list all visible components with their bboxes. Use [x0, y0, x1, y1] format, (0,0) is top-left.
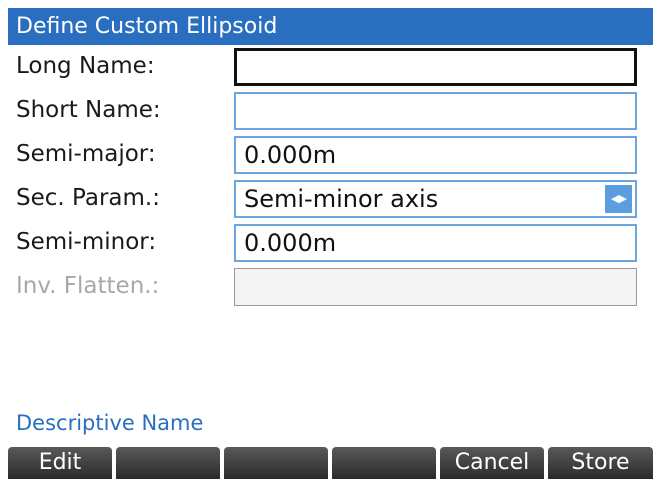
- inv-flatten-field: [234, 268, 637, 306]
- row-inv-flatten: Inv. Flatten.:: [8, 265, 653, 309]
- semi-minor-label: Semi-minor:: [16, 229, 157, 255]
- left-right-arrow-icon[interactable]: ◀▶: [605, 185, 632, 213]
- row-long-name: Long Name:: [8, 45, 653, 89]
- row-semi-minor: Semi-minor: 0.000m: [8, 221, 653, 265]
- sec-param-value: Semi-minor axis: [244, 185, 439, 213]
- inv-flatten-label: Inv. Flatten.:: [16, 273, 160, 299]
- semi-minor-field[interactable]: 0.000m: [234, 224, 637, 262]
- semi-major-label: Semi-major:: [16, 141, 156, 167]
- long-name-label: Long Name:: [16, 53, 155, 79]
- window-title: Define Custom Ellipsoid: [8, 8, 653, 45]
- help-text: Descriptive Name: [16, 411, 204, 435]
- long-name-field[interactable]: [234, 48, 637, 86]
- menu-key-edit[interactable]: Edit: [8, 447, 112, 479]
- menu-key-store[interactable]: Store: [548, 447, 653, 479]
- menu-key-cancel[interactable]: Cancel: [440, 447, 544, 479]
- sec-param-label: Sec. Param.:: [16, 185, 160, 211]
- row-semi-major: Semi-major: 0.000m: [8, 133, 653, 177]
- short-name-label: Short Name:: [16, 97, 161, 123]
- calculator-screen: Define Custom Ellipsoid Long Name: Short…: [8, 8, 653, 479]
- short-name-field[interactable]: [234, 92, 637, 130]
- menu-key-4[interactable]: [332, 447, 436, 479]
- sec-param-choose-box[interactable]: Semi-minor axis ◀▶: [234, 180, 637, 218]
- menu-key-2[interactable]: [116, 447, 220, 479]
- row-sec-param: Sec. Param.: Semi-minor axis ◀▶: [8, 177, 653, 221]
- row-short-name: Short Name:: [8, 89, 653, 133]
- soft-menu-bar: Edit Cancel Store: [8, 447, 653, 479]
- semi-major-field[interactable]: 0.000m: [234, 136, 637, 174]
- menu-key-3[interactable]: [224, 447, 328, 479]
